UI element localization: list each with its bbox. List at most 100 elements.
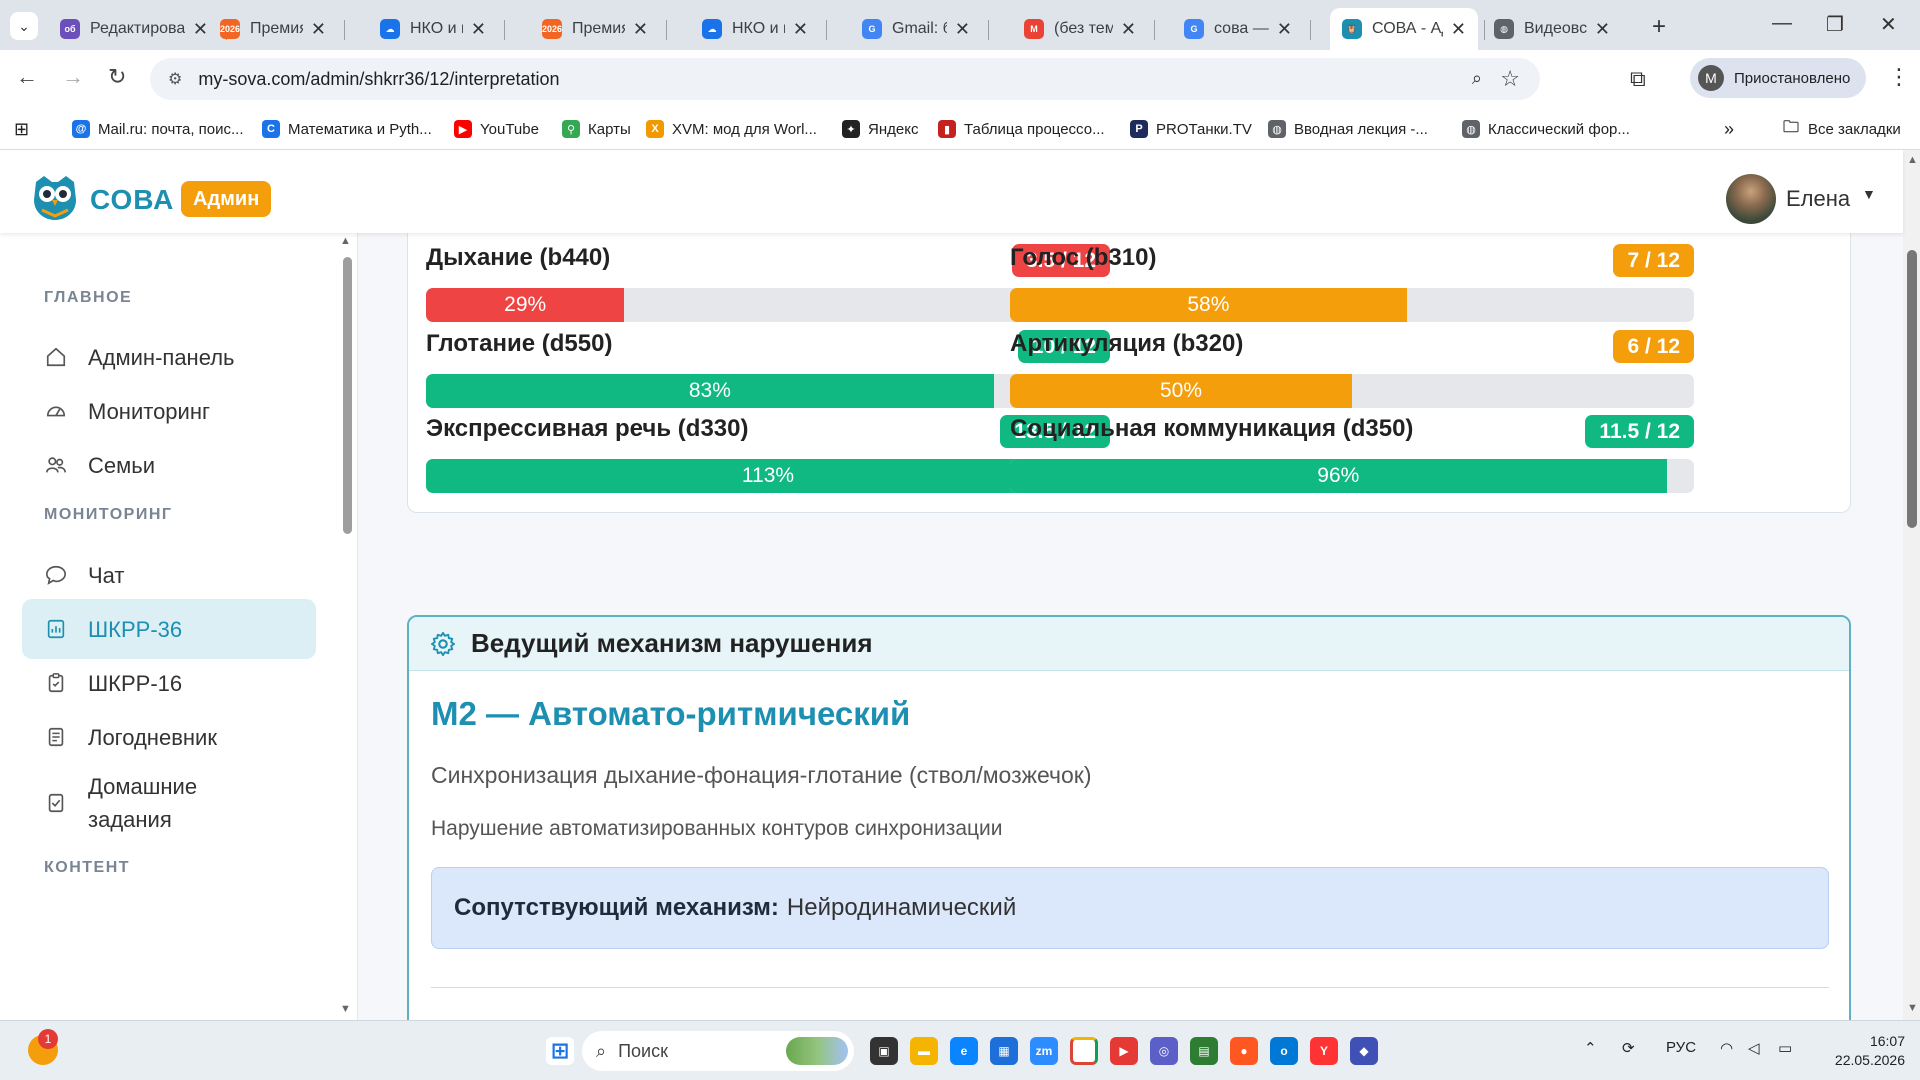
- browser-tab[interactable]: G Gmail: без темы ✕: [850, 8, 982, 50]
- sidebar-item-8[interactable]: Домашние задания: [22, 761, 316, 845]
- sidebar-section-monitoring: МОНИТОРИНГ: [44, 506, 173, 523]
- sidebar-item-6[interactable]: ШКРР-16: [22, 653, 316, 713]
- security-app-icon[interactable]: ◆: [1350, 1037, 1378, 1065]
- user-name[interactable]: Елена: [1786, 186, 1850, 212]
- store-icon[interactable]: ▦: [990, 1037, 1018, 1065]
- sidebar-scrollbar-thumb[interactable]: [343, 257, 352, 534]
- brand-name[interactable]: СОВА: [90, 184, 174, 216]
- bookmark-item[interactable]: ◍ Классический фор...: [1462, 114, 1630, 144]
- browser-tab[interactable]: Gсова — результаты ✕: [1172, 8, 1304, 50]
- chrome-icon[interactable]: [1070, 1037, 1098, 1065]
- page-scrollbar-thumb[interactable]: [1907, 250, 1917, 528]
- new-tab-plus-icon[interactable]: +: [1652, 13, 1666, 41]
- language-indicator[interactable]: РУС: [1666, 1039, 1696, 1056]
- taskbar-search[interactable]: ⌕ Поиск: [582, 1031, 854, 1071]
- browser-tab[interactable]: 2026 Премия #Мы ✕: [530, 8, 660, 50]
- tray-chevron-icon[interactable]: ⌃: [1584, 1039, 1597, 1057]
- sidebar-scroll-down-icon[interactable]: ▼: [340, 1003, 351, 1015]
- restore-icon[interactable]: ❐: [1826, 12, 1844, 37]
- browser-menu-icon[interactable]: ⋮: [1888, 64, 1910, 90]
- browser-tab[interactable]: ☁ НКО и проекты ✕: [368, 8, 498, 50]
- outlook-icon[interactable]: o: [1270, 1037, 1298, 1065]
- tab-close-icon[interactable]: ✕: [1277, 19, 1292, 40]
- tab-close-icon[interactable]: ✕: [1595, 19, 1610, 40]
- wifi-icon[interactable]: ◠: [1720, 1039, 1733, 1057]
- tab-close-icon[interactable]: ✕: [311, 19, 326, 40]
- sidebar-item-1[interactable]: Админ-панель: [22, 327, 316, 387]
- file-explorer-icon[interactable]: ▬: [910, 1037, 938, 1065]
- zoom-icon[interactable]: ⌕: [1472, 68, 1482, 89]
- domain-metric: Глотание (d550) 10 / 12 83%: [426, 330, 1110, 410]
- tab-search-chevron-icon[interactable]: ⌄: [10, 12, 38, 40]
- co-mechanism-label: Сопутствующий механизм:: [454, 894, 779, 921]
- bookmark-item[interactable]: C Математика и Pyth...: [262, 114, 432, 144]
- reload-icon[interactable]: ↻: [108, 64, 126, 90]
- metric-score-badge: 7 / 12: [1613, 244, 1694, 277]
- browser-tab[interactable]: M (без темы) ✕: [1012, 8, 1148, 50]
- page-scroll-up-icon[interactable]: ▲: [1907, 154, 1918, 166]
- back-arrow-icon[interactable]: ←: [16, 64, 38, 90]
- bookmark-item[interactable]: @ Mail.ru: почта, поис...: [72, 114, 244, 144]
- user-menu-caret-icon[interactable]: ▼: [1862, 186, 1876, 202]
- photos-app-icon[interactable]: ◎: [1150, 1037, 1178, 1065]
- close-window-icon[interactable]: ✕: [1880, 12, 1897, 37]
- omnibox[interactable]: ⚙ my-sova.com/admin/shkrr36/12/interpret…: [150, 58, 1540, 100]
- tab-title: НКО и проекты: [732, 20, 785, 37]
- user-avatar[interactable]: [1726, 174, 1776, 224]
- all-bookmarks-button[interactable]: 🗀 Все закладки: [1782, 114, 1901, 144]
- bookmark-label: Mail.ru: почта, поис...: [98, 120, 244, 138]
- sidebar-item-5[interactable]: ШКРР-36: [22, 599, 316, 659]
- url-text[interactable]: my-sova.com/admin/shkrr36/12/interpretat…: [198, 69, 559, 90]
- page-scrollbar[interactable]: ▲ ▼: [1903, 150, 1920, 1020]
- browser-tab[interactable]: ◍ Видеовстреча ✕: [1482, 8, 1622, 50]
- site-settings-icon[interactable]: ⚙: [168, 69, 182, 89]
- sidebar-item-3[interactable]: Семьи: [22, 435, 316, 495]
- profile-button[interactable]: M Приостановлено: [1690, 58, 1867, 98]
- edge-icon[interactable]: e: [950, 1037, 978, 1065]
- extensions-puzzle-icon[interactable]: ⧉: [1630, 66, 1646, 92]
- minimize-icon[interactable]: —: [1772, 12, 1792, 35]
- bookmark-item[interactable]: ✦ Яндекс: [842, 114, 918, 144]
- sync-icon[interactable]: ⟳: [1622, 1039, 1635, 1057]
- tab-close-icon[interactable]: ✕: [1121, 19, 1136, 40]
- more-bookmarks-chevron-icon[interactable]: »: [1724, 114, 1734, 144]
- bookmark-item[interactable]: P PROТанки.TV: [1130, 114, 1252, 144]
- sidebar-item-7[interactable]: Логодневник: [22, 707, 316, 767]
- volume-icon[interactable]: ◁: [1748, 1039, 1760, 1057]
- forward-arrow-icon[interactable]: →: [62, 64, 84, 90]
- sidebar-item-2[interactable]: Мониторинг: [22, 381, 316, 441]
- battery-icon[interactable]: ▭: [1778, 1039, 1792, 1057]
- browser-tab[interactable]: 2026 Премия #Мы ✕: [208, 8, 338, 50]
- notes-app-icon[interactable]: ▤: [1190, 1037, 1218, 1065]
- yandex-browser-icon[interactable]: Y: [1310, 1037, 1338, 1065]
- browser-tab[interactable]: 🦉 СОВА - Админ ✕: [1330, 8, 1478, 50]
- tab-close-icon[interactable]: ✕: [955, 19, 970, 40]
- apps-grid-icon[interactable]: ⊞: [14, 114, 29, 144]
- bookmark-item[interactable]: ▮ Таблица процессо...: [938, 114, 1105, 144]
- taskbar-clock[interactable]: 16:07 22.05.2026: [1825, 1032, 1905, 1070]
- page-scroll-down-icon[interactable]: ▼: [1907, 1002, 1918, 1014]
- bookmark-star-icon[interactable]: ☆: [1500, 66, 1520, 92]
- bookmark-item[interactable]: X XVM: мод для Worl...: [646, 114, 817, 144]
- clock-time: 16:07: [1869, 1033, 1905, 1049]
- metric-percent: 113%: [741, 464, 795, 487]
- bookmark-item[interactable]: ◍ Вводная лекция -...: [1268, 114, 1428, 144]
- sidebar-item-4[interactable]: Чат: [22, 545, 316, 605]
- task-view-icon[interactable]: ▣: [870, 1037, 898, 1065]
- browser-tab[interactable]: ☁ НКО и проекты ✕: [690, 8, 820, 50]
- zoom-app-icon[interactable]: zm: [1030, 1037, 1058, 1065]
- premia-icon: 2026: [220, 19, 240, 39]
- tab-close-icon[interactable]: ✕: [793, 19, 808, 40]
- windows-start-icon[interactable]: ⊞: [546, 1037, 574, 1065]
- browser-tab[interactable]: об Редактирование ✕: [48, 8, 220, 50]
- owl-logo-icon[interactable]: [30, 172, 80, 222]
- video-app-icon[interactable]: ▶: [1110, 1037, 1138, 1065]
- tab-close-icon[interactable]: ✕: [193, 19, 208, 40]
- tab-close-icon[interactable]: ✕: [471, 19, 486, 40]
- bookmark-item[interactable]: ⚲ Карты: [562, 114, 631, 144]
- bookmark-item[interactable]: ▶ YouTube: [454, 114, 539, 144]
- tab-close-icon[interactable]: ✕: [1451, 19, 1466, 40]
- paint-app-icon[interactable]: ●: [1230, 1037, 1258, 1065]
- sidebar-scroll-up-icon[interactable]: ▲: [340, 235, 351, 247]
- tab-close-icon[interactable]: ✕: [633, 19, 648, 40]
